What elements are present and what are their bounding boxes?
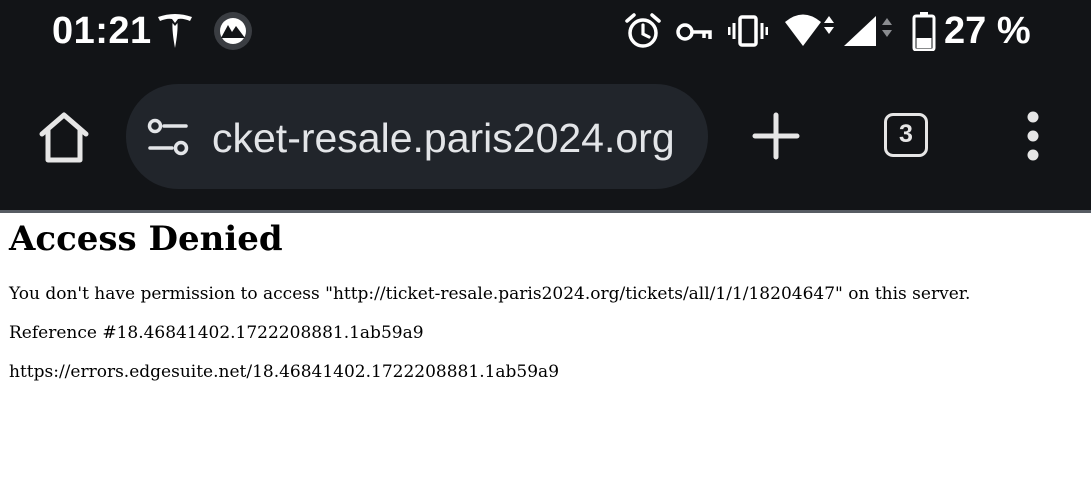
address-bar[interactable]: cket-resale.paris2024.org <box>126 84 708 189</box>
more-vert-icon[interactable] <box>1018 111 1048 161</box>
status-clock: 01:21 <box>52 10 152 52</box>
error-link: https://errors.edgesuite.net/18.46841402… <box>9 362 560 382</box>
site-settings-icon[interactable] <box>146 117 190 157</box>
vpn-icon <box>214 12 252 50</box>
url-text[interactable]: cket-resale.paris2024.org <box>212 110 698 166</box>
page-title: Access Denied <box>9 219 283 259</box>
status-bar: 01:21 27 % <box>0 0 1091 62</box>
battery-percentage: 27 % <box>944 10 1031 52</box>
home-icon[interactable] <box>36 110 92 166</box>
alarm-icon <box>625 13 661 48</box>
vibrate-icon <box>728 15 768 47</box>
toolbar-divider <box>0 210 1091 213</box>
battery-icon <box>912 12 936 51</box>
reference-number: Reference #18.46841402.1722208881.1ab59a… <box>9 323 424 343</box>
page-content: Access Denied You don't have permission … <box>9 214 1079 382</box>
key-icon <box>676 23 712 41</box>
plus-icon[interactable] <box>750 110 802 162</box>
error-message: You don't have permission to access "htt… <box>9 284 971 304</box>
cellular-signal-icon <box>844 16 892 46</box>
tab-switcher-button[interactable]: 3 <box>884 113 928 157</box>
wifi-icon <box>785 14 834 46</box>
tesla-icon <box>158 14 192 48</box>
browser-toolbar: cket-resale.paris2024.org 3 <box>0 62 1091 210</box>
